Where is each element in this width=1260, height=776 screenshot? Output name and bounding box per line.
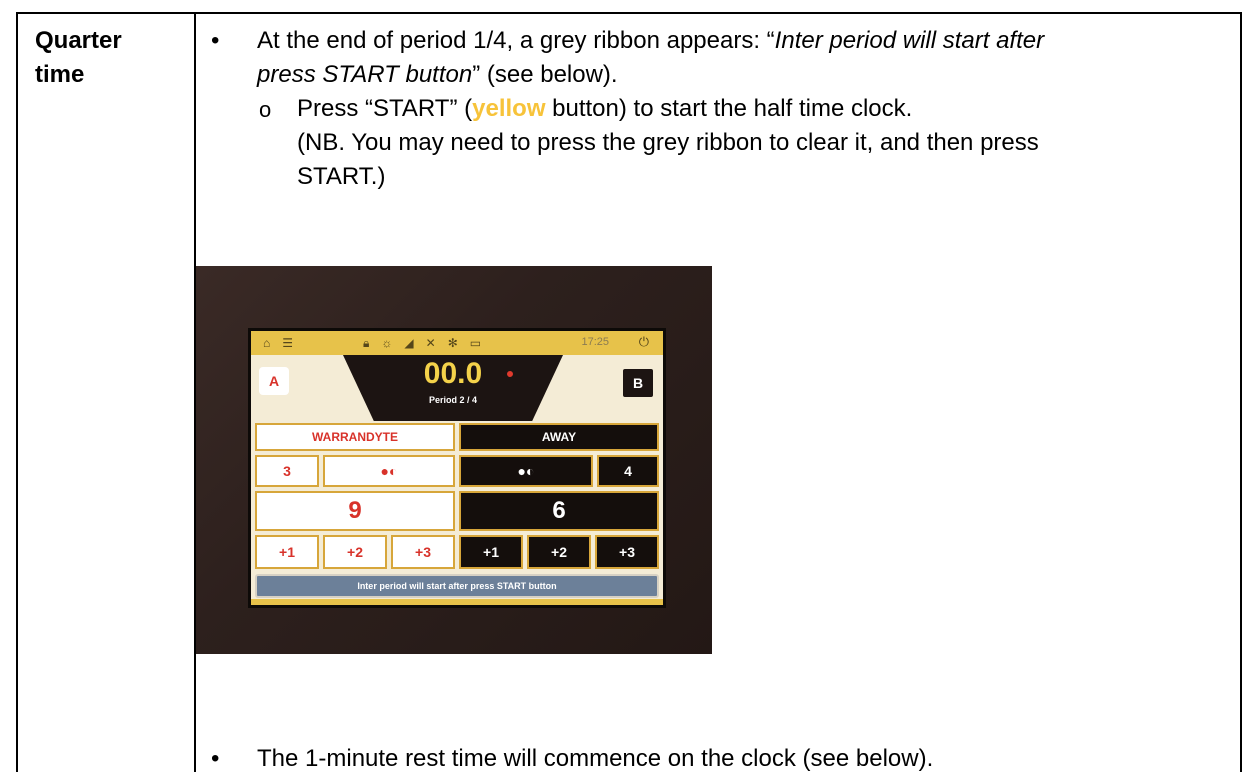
inter-period-ribbon[interactable]: Inter period will start after press STAR… — [255, 574, 659, 598]
screen-bottom-strip — [251, 599, 663, 605]
screen-topbar: ⌂ ☰ 🔒︎ ☼ ◢ ✕ ✻ ▭ 17:25 ⏻ — [251, 331, 663, 355]
power-icon: ⏻ — [638, 334, 649, 349]
team-a-shirt-icon[interactable]: A — [259, 367, 289, 395]
scoreboard-photo: ⌂ ☰ 🔒︎ ☼ ◢ ✕ ✻ ▭ 17:25 ⏻ 00.0 Period 2 /… — [196, 266, 712, 654]
team-b-plus1-button[interactable]: +1 — [459, 535, 523, 569]
brightness-icon: ☼ — [381, 336, 393, 350]
team-b-shirt-icon[interactable]: B — [621, 367, 655, 399]
team-a-plus2-button[interactable]: +2 — [323, 535, 387, 569]
team-b-timeouts[interactable]: ●◐ — [459, 455, 593, 487]
bullet-dot: • — [211, 745, 220, 772]
menu-icon: ☰ — [282, 336, 294, 350]
bullet1-paragraph: At the end of period 1/4, a grey ribbon … — [257, 24, 1247, 92]
running-indicator — [507, 371, 513, 377]
team-b-fouls[interactable]: 4 — [597, 455, 659, 487]
team-b-score[interactable]: 6 — [459, 491, 659, 531]
team-a-plus1-button[interactable]: +1 — [255, 535, 319, 569]
battery-icon: ▭ — [469, 336, 482, 350]
team-a-plus3-button[interactable]: +3 — [391, 535, 455, 569]
game-clock: 00.0 — [423, 357, 483, 390]
sub-bullet-marker: o — [259, 97, 272, 122]
team-a-timeouts[interactable]: ●◐ — [323, 455, 455, 487]
sub-bullet-line1: Press “START” (yellow button) to start t… — [297, 95, 913, 122]
team-b-name[interactable]: AWAY — [459, 423, 659, 451]
tools-icon: ✕ — [425, 336, 436, 350]
team-b-plus3-button[interactable]: +3 — [595, 535, 659, 569]
bullet2-line: The 1-minute rest time will commence on … — [257, 745, 934, 772]
bullet1-line2: press START button” (see below). — [257, 61, 618, 88]
sub-bullet-note-line2: START.) — [297, 163, 386, 190]
team-a-name[interactable]: WARRANDYTE — [255, 423, 455, 451]
sub-bullet-note-line1: (NB. You may need to press the grey ribb… — [297, 129, 1039, 156]
game-clock-panel: 00.0 Period 2 / 4 — [343, 355, 563, 421]
team-a-score[interactable]: 9 — [255, 491, 455, 531]
screen-time: 17:25 — [581, 336, 609, 348]
period-indicator: Period 2 / 4 — [428, 395, 478, 405]
yellow-word: yellow — [472, 95, 546, 122]
team-b-plus2-button[interactable]: +2 — [527, 535, 591, 569]
lock-icon: 🔒︎ — [363, 335, 370, 350]
bullet-dot: • — [211, 27, 220, 54]
scoreboard-screen: ⌂ ☰ 🔒︎ ☼ ◢ ✕ ✻ ▭ 17:25 ⏻ 00.0 Period 2 /… — [248, 328, 666, 608]
team-a-fouls[interactable]: 3 — [255, 455, 319, 487]
signal-icon: ◢ — [404, 336, 414, 350]
bullet1-line1: At the end of period 1/4, a grey ribbon … — [257, 27, 1045, 54]
home-icon: ⌂ — [263, 336, 271, 350]
settings-icon: ✻ — [447, 336, 458, 350]
sub-bullet-paragraph: Press “START” (yellow button) to start t… — [297, 92, 1247, 194]
